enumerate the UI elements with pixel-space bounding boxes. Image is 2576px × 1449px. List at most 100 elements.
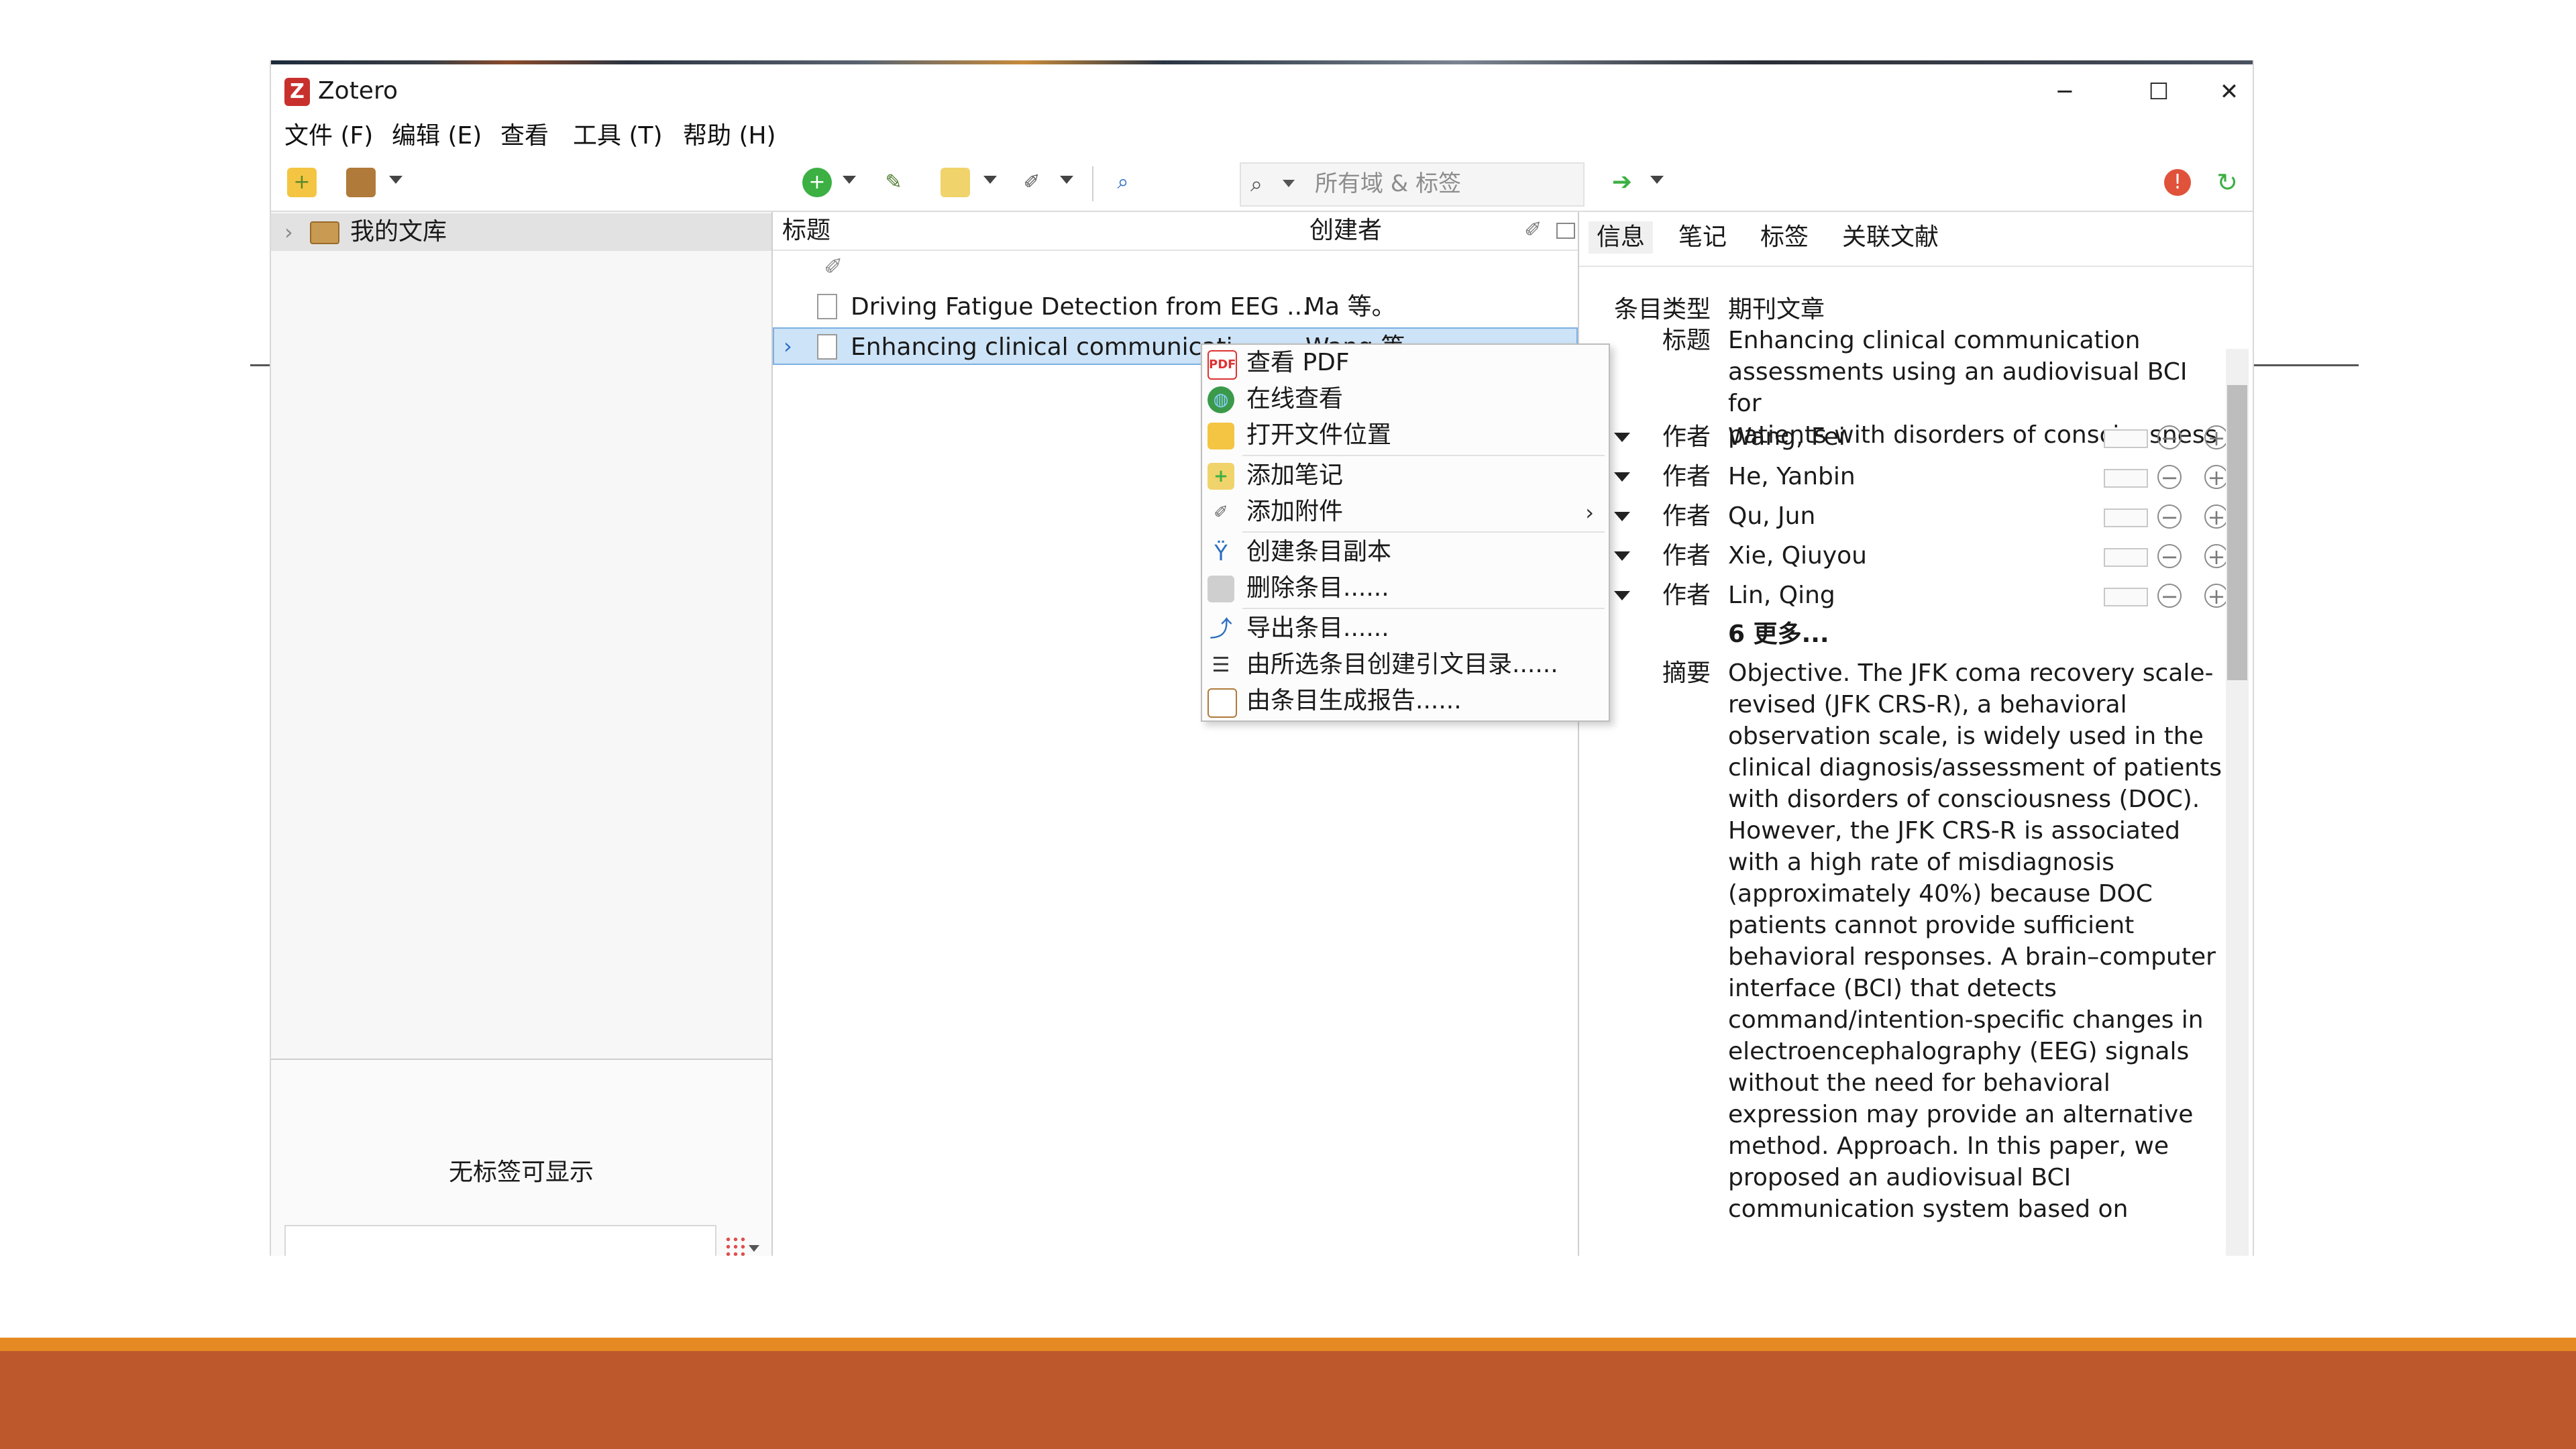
chevron-down-icon[interactable]: [843, 176, 856, 184]
item-type-value[interactable]: 期刊文章: [1728, 294, 2224, 325]
minus-icon[interactable]: −: [2157, 465, 2182, 489]
trash-icon: [1208, 576, 1234, 602]
menu-item-view-pdf[interactable]: PDF 查看 PDF: [1202, 345, 1609, 381]
name-mode-switch[interactable]: [2104, 429, 2148, 448]
add-by-identifier-icon[interactable]: ✎: [879, 168, 908, 197]
menu-view[interactable]: 查看: [500, 121, 549, 152]
paperclip-icon: ✐: [1214, 502, 1228, 523]
document-icon: [817, 334, 837, 360]
tab-tags[interactable]: 标签: [1752, 221, 1817, 254]
menu-item-delete[interactable]: 删除条目......: [1202, 570, 1609, 606]
menu-item-view-online[interactable]: ◍ 在线查看: [1202, 381, 1609, 417]
minus-icon[interactable]: −: [2157, 504, 2182, 529]
menu-item-show-file[interactable]: 打开文件位置: [1202, 417, 1609, 453]
abstract-line: method. Approach. In this paper, we: [1728, 1132, 2169, 1160]
minus-icon[interactable]: −: [2157, 425, 2182, 449]
title-line: Enhancing clinical communication: [1728, 327, 2141, 354]
minus-icon[interactable]: −: [2157, 584, 2182, 608]
chevron-down-icon[interactable]: [1060, 176, 1073, 184]
attachment-row-icon: ✐: [824, 254, 843, 280]
title-bar: Z Zotero ─ ☐ ✕: [271, 64, 2253, 115]
search-input[interactable]: ⌕ 所有域 & 标签: [1240, 162, 1585, 207]
duplicate-icon: Ÿ: [1214, 540, 1228, 566]
toolbar: + + ✎ ✐ ⌕ ⌕ 所有域 & 标签 ➔ ! ↻: [271, 157, 2253, 212]
tab-info[interactable]: 信息: [1589, 221, 1654, 254]
menu-file[interactable]: 文件 (F): [284, 121, 373, 152]
maximize-button[interactable]: ☐: [2112, 68, 2206, 115]
title-line: assessments using an audiovisual BCI for: [1728, 358, 2188, 417]
abstract-line: electroencephalography (EEG) signals: [1728, 1038, 2190, 1065]
chevron-right-icon[interactable]: ›: [284, 217, 293, 247]
slide-divider-left: [250, 364, 270, 366]
locate-icon[interactable]: ➔: [1607, 168, 1637, 197]
author-name[interactable]: Qu, Jun: [1728, 500, 2224, 532]
note-icon: +: [1208, 463, 1234, 490]
name-mode-switch[interactable]: [2104, 508, 2148, 527]
add-attachment-icon[interactable]: ✐: [1017, 168, 1046, 197]
column-title[interactable]: 标题: [782, 216, 830, 246]
chevron-down-icon[interactable]: [1650, 176, 1664, 184]
slide-divider-right: [2253, 364, 2359, 366]
chevron-right-icon[interactable]: ›: [784, 330, 792, 362]
menu-item-label: 添加笔记: [1246, 462, 1344, 489]
item-type-label: 条目类型: [1613, 296, 1711, 323]
abstract-line: revised (JFK CRS-R), a behavioral: [1728, 691, 2127, 718]
plus-icon[interactable]: +: [2204, 544, 2229, 568]
tag-colors-icon[interactable]: [724, 1236, 746, 1256]
plus-icon[interactable]: +: [2204, 504, 2229, 529]
column-picker-icon[interactable]: [1556, 223, 1575, 239]
tag-filter-input[interactable]: [284, 1225, 716, 1256]
search-mode-caret-icon[interactable]: [1283, 180, 1295, 187]
menu-item-label: 查看 PDF: [1246, 349, 1350, 376]
menu-item-duplicate[interactable]: Ÿ 创建条目副本: [1202, 534, 1609, 570]
sync-icon[interactable]: ↻: [2212, 168, 2242, 197]
chevron-down-icon[interactable]: [389, 176, 402, 184]
menu-separator: [1242, 608, 1605, 609]
author-name[interactable]: Wang, Fei: [1728, 421, 2224, 453]
menu-item-label: 打开文件位置: [1246, 421, 1392, 449]
author-name[interactable]: Xie, Qiuyou: [1728, 540, 2224, 572]
folder-icon: [1208, 423, 1234, 449]
abstract-line: with disorders of consciousness (DOC).: [1728, 786, 2200, 813]
error-icon[interactable]: !: [2164, 169, 2191, 196]
menu-item-generate-report[interactable]: 由条目生成报告......: [1202, 683, 1609, 719]
plus-icon[interactable]: +: [2204, 425, 2229, 449]
abstract-line: with a high rate of misdiagnosis: [1728, 849, 2114, 876]
scrollbar-thumb[interactable]: [2227, 385, 2247, 680]
plus-icon[interactable]: +: [2204, 465, 2229, 489]
new-library-icon[interactable]: [346, 168, 376, 197]
name-mode-switch[interactable]: [2104, 548, 2148, 567]
name-mode-switch[interactable]: [2104, 469, 2148, 488]
menu-item-add-attachment[interactable]: ✐ 添加附件 ›: [1202, 494, 1609, 530]
abstract-value[interactable]: Objective. The JFK coma recovery scale- …: [1728, 657, 2224, 1225]
author-name[interactable]: He, Yanbin: [1728, 461, 2224, 492]
tab-notes[interactable]: 笔记: [1670, 221, 1735, 254]
tab-related[interactable]: 关联文献: [1834, 221, 1947, 254]
column-creator[interactable]: 创建者: [1309, 216, 1382, 246]
close-button[interactable]: ✕: [2206, 68, 2253, 115]
menu-help[interactable]: 帮助 (H): [683, 121, 776, 152]
pdf-icon: PDF: [1208, 350, 1237, 380]
new-collection-icon[interactable]: +: [287, 168, 317, 197]
menu-item-create-bibliography[interactable]: ☰ 由所选条目创建引文目录......: [1202, 647, 1609, 683]
chevron-down-icon[interactable]: [749, 1245, 759, 1252]
abstract-line: Objective. The JFK coma recovery scale-: [1728, 659, 2214, 687]
table-row[interactable]: Driving Fatigue Detection from EEG ... M…: [773, 288, 1578, 326]
menu-edit[interactable]: 编辑 (E): [392, 121, 482, 152]
chevron-down-icon[interactable]: [983, 176, 997, 184]
minus-icon[interactable]: −: [2157, 544, 2182, 568]
minimize-button[interactable]: ─: [2018, 68, 2112, 115]
plus-icon[interactable]: +: [2204, 584, 2229, 608]
more-creators-link[interactable]: 6 更多...: [1728, 619, 2224, 650]
new-note-icon[interactable]: [941, 168, 970, 197]
sidebar-item-my-library[interactable]: › 我的文库: [271, 213, 771, 251]
author-name[interactable]: Lin, Qing: [1728, 580, 2224, 611]
abstract-line: clinical diagnosis/assessment of patient…: [1728, 754, 2222, 782]
advanced-search-icon[interactable]: ⌕: [1108, 168, 1138, 197]
menu-item-export[interactable]: ⤴ 导出条目......: [1202, 610, 1609, 647]
attachment-column-icon[interactable]: ✐: [1524, 215, 1542, 244]
menu-item-add-note[interactable]: + 添加笔记: [1202, 458, 1609, 494]
name-mode-switch[interactable]: [2104, 588, 2148, 606]
new-item-icon[interactable]: +: [802, 168, 832, 197]
menu-tools[interactable]: 工具 (T): [573, 121, 663, 152]
